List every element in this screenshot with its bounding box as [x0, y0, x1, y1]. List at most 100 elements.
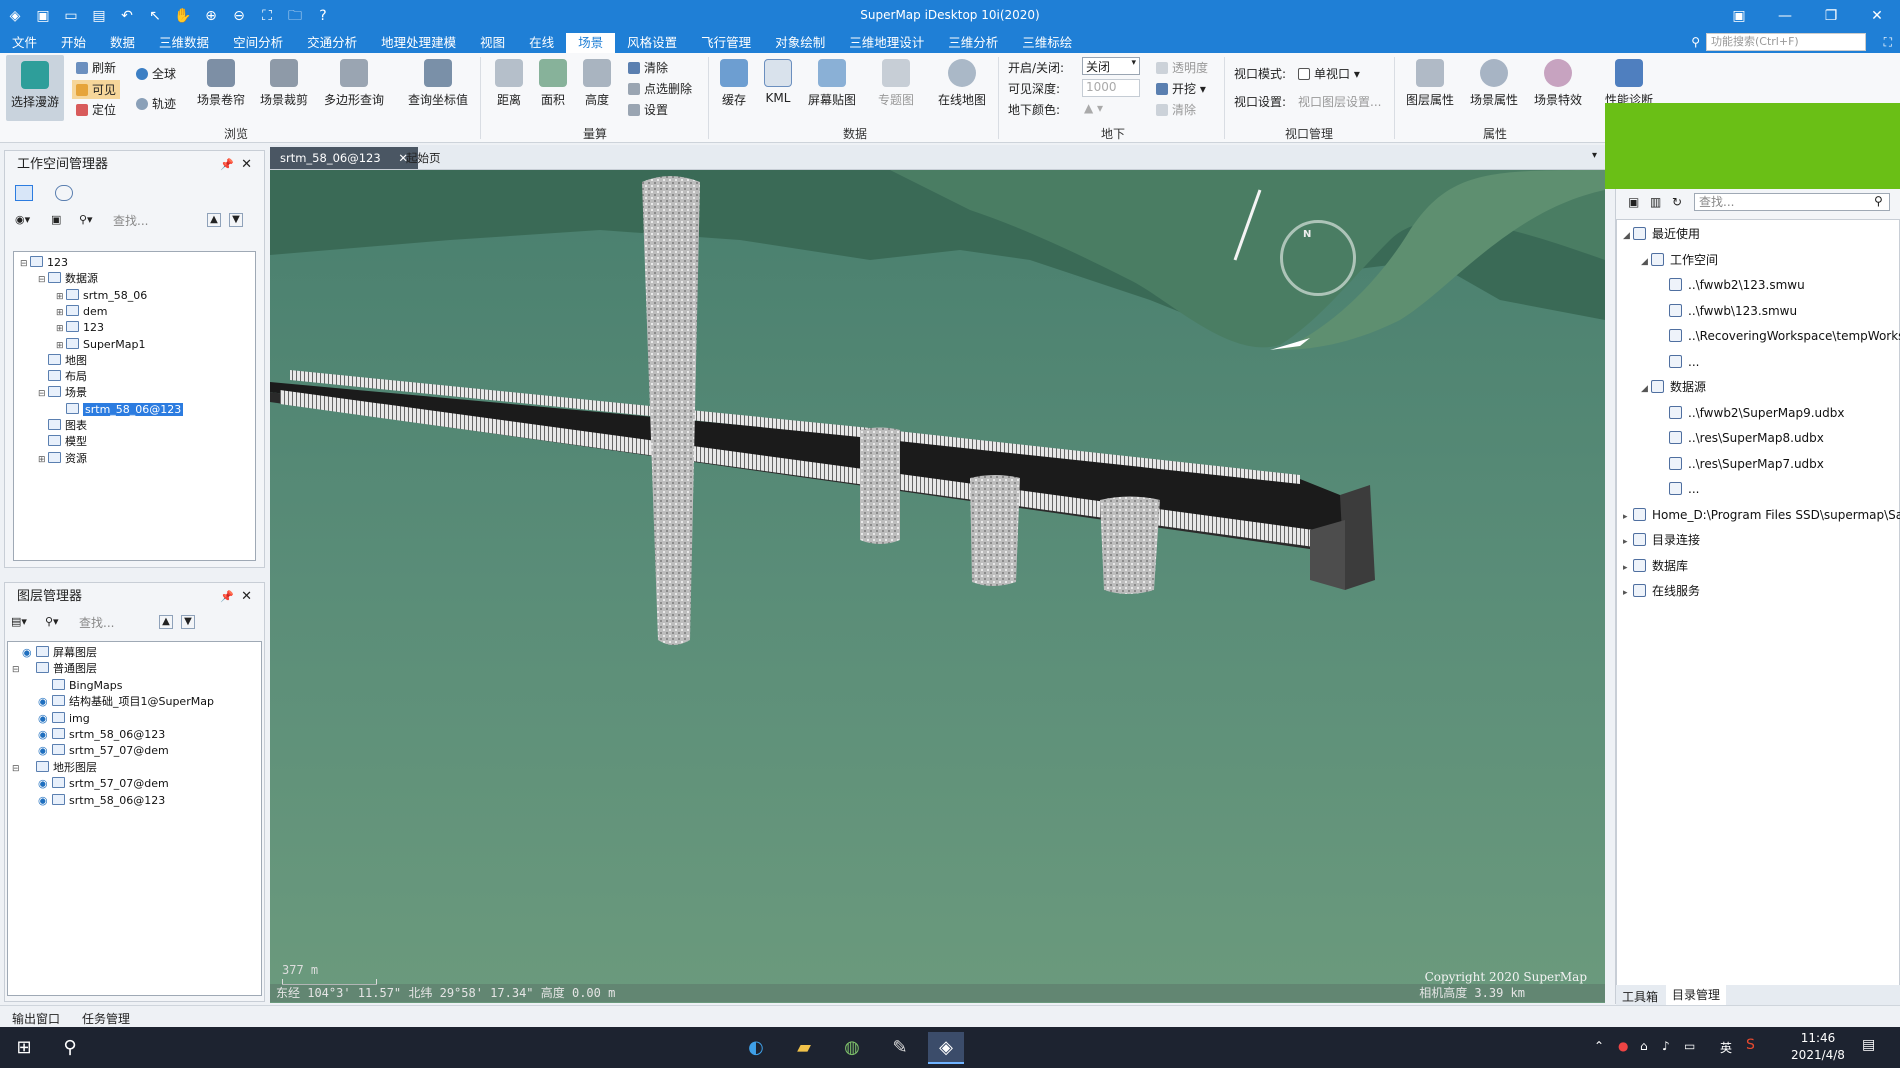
layer-tree-node[interactable]: ◉ 屏幕图层: [12, 646, 97, 660]
menu-3d-data[interactable]: 三维数据: [147, 33, 221, 53]
workspace-tree-node[interactable]: 布局: [38, 370, 87, 384]
tray-overflow-icon[interactable]: ⌃: [1594, 1039, 1604, 1053]
fill-color-icon[interactable]: ▲ ▾: [1084, 101, 1103, 115]
workspace-tree-node[interactable]: ⊞ srtm_58_06: [56, 288, 147, 304]
kml-button[interactable]: KML: [756, 59, 800, 105]
transparency-button[interactable]: 透明度: [1156, 59, 1208, 76]
function-search-input[interactable]: 功能搜索(Ctrl+F): [1706, 33, 1866, 51]
menu-3d-analysis[interactable]: 三维分析: [936, 33, 1010, 53]
move-up-icon[interactable]: ▲: [207, 213, 221, 227]
ribbon-toggle-icon[interactable]: ▣: [1716, 0, 1762, 33]
workspace-tree-node[interactable]: 模型: [38, 435, 87, 449]
close-icon[interactable]: ✕: [241, 151, 252, 179]
expand-toggle-icon[interactable]: ⊞: [38, 453, 48, 467]
menu-traffic-analysis[interactable]: 交通分析: [295, 33, 369, 53]
view-options-icon[interactable]: ◉▾: [15, 213, 30, 226]
workspace-tree-node[interactable]: ⊞ SuperMap1: [56, 337, 145, 353]
close-button[interactable]: ✕: [1854, 0, 1900, 33]
globe-button[interactable]: 全球: [136, 65, 176, 82]
distance-button[interactable]: 距离: [488, 59, 530, 108]
workspace-tree-node[interactable]: srtm_58_06@123: [56, 402, 184, 417]
restore-button[interactable]: ❐: [1808, 0, 1854, 33]
move-down-icon[interactable]: ▼: [181, 615, 195, 629]
workspace-tree-icon[interactable]: [15, 185, 33, 201]
filter-icon[interactable]: ▣: [51, 213, 61, 226]
visibility-eye-icon[interactable]: ◉: [38, 728, 52, 742]
menu-geoprocessing[interactable]: 地理处理建模: [369, 33, 468, 53]
volume-icon[interactable]: ♪: [1662, 1039, 1670, 1053]
paint-app-icon[interactable]: ✎: [882, 1032, 918, 1064]
visibility-eye-icon[interactable]: ◉: [38, 794, 52, 808]
refresh-button[interactable]: 刷新: [76, 59, 116, 76]
underground-toggle-select[interactable]: 关闭 ▾: [1082, 57, 1140, 75]
menu-3d-design[interactable]: 三维地理设计: [837, 33, 936, 53]
expand-toggle-icon[interactable]: ▸: [1623, 585, 1633, 601]
layer-search-input[interactable]: 查找...: [79, 614, 155, 632]
expand-toggle-icon[interactable]: ◢: [1641, 381, 1651, 397]
catalog-tree-node[interactable]: ..\fwwb2\123.smwu: [1659, 277, 1805, 293]
excavate-button[interactable]: 开挖 ▾: [1156, 80, 1206, 97]
area-button[interactable]: 面积: [532, 59, 574, 108]
catalog-tree-node[interactable]: ..\res\SuperMap8.udbx: [1659, 430, 1824, 446]
expand-toggle-icon[interactable]: ⊞: [56, 290, 66, 304]
layer-tree-node[interactable]: ⊟ 普通图层: [12, 662, 97, 677]
workspace-tree-node[interactable]: ⊟ 场景: [38, 386, 87, 401]
clock-date[interactable]: 2021/4/8: [1784, 1048, 1852, 1062]
layer-options-icon[interactable]: ▤▾: [11, 615, 27, 628]
layer-tree-node[interactable]: ◉ 结构基础_项目1@SuperMap: [28, 695, 214, 709]
catalog-search-input[interactable]: 查找...: [1694, 193, 1890, 211]
expand-toggle-icon[interactable]: ◢: [1623, 228, 1633, 244]
expand-toggle-icon[interactable]: ⊞: [56, 339, 66, 353]
screen-paste-button[interactable]: 屏幕贴图: [802, 59, 862, 108]
workspace-tree-node[interactable]: 图表: [38, 419, 87, 433]
search-icon[interactable]: ⚲▾: [79, 213, 93, 226]
file-explorer-icon[interactable]: ▰: [786, 1032, 822, 1064]
visible-depth-input[interactable]: 1000: [1082, 79, 1140, 97]
scene-roll-button[interactable]: 场景卷帘: [192, 59, 250, 108]
menu-spatial-analysis[interactable]: 空间分析: [221, 33, 295, 53]
catalog-tree-node[interactable]: ◢ 工作空间: [1641, 252, 1718, 270]
tab-start-page[interactable]: 起始页: [396, 147, 451, 169]
menu-flight[interactable]: 飞行管理: [689, 33, 763, 53]
edge-browser-icon[interactable]: ◐: [738, 1032, 774, 1064]
tab-task-management[interactable]: 任务管理: [82, 1010, 130, 1027]
layer-tree-node[interactable]: ◉ img: [28, 711, 90, 726]
expand-toggle-icon[interactable]: ⊟: [20, 257, 30, 271]
visible-button[interactable]: 可见: [72, 80, 121, 99]
menu-file[interactable]: 文件: [0, 33, 49, 53]
workspace-tree-node[interactable]: ⊞ dem: [56, 304, 107, 320]
move-down-icon[interactable]: ▼: [229, 213, 243, 227]
underground-clear-button[interactable]: 清除: [1156, 101, 1196, 118]
delete-icon[interactable]: ▥: [1650, 195, 1661, 209]
search-icon[interactable]: ⚲: [52, 1032, 88, 1064]
thematic-button[interactable]: 专题图: [868, 59, 924, 108]
track-button[interactable]: 轨迹: [136, 95, 176, 112]
locate-button[interactable]: 定位: [76, 101, 116, 118]
sogou-icon[interactable]: S: [1746, 1037, 1755, 1053]
workspace-tree-node[interactable]: ⊟ 123: [20, 256, 68, 271]
close-icon[interactable]: ✕: [241, 583, 252, 611]
workspace-search-input[interactable]: 查找...: [113, 212, 203, 230]
layer-tree-node[interactable]: ⊟ 地形图层: [12, 760, 97, 776]
layer-props-button[interactable]: 图层属性: [1400, 59, 1460, 108]
tab-catalog[interactable]: 目录管理: [1666, 985, 1727, 1005]
pin-icon[interactable]: 📌: [220, 583, 234, 611]
menu-view[interactable]: 视图: [468, 33, 517, 53]
layer-tree-node[interactable]: ◉ srtm_57_07@dem: [28, 744, 169, 758]
catalog-tree-node[interactable]: ..\RecoveringWorkspace\tempWorks...: [1659, 328, 1900, 344]
visibility-eye-icon[interactable]: ◉: [38, 777, 52, 791]
catalog-tree-node[interactable]: ▸ 目录连接: [1623, 532, 1700, 550]
layer-tree-node[interactable]: BingMaps: [28, 678, 123, 693]
network-icon[interactable]: ⌂: [1640, 1039, 1648, 1053]
expand-toggle-icon[interactable]: ⊟: [38, 387, 48, 401]
expand-toggle-icon[interactable]: ⊞: [56, 322, 66, 336]
tab-output-window[interactable]: 输出窗口: [12, 1010, 60, 1027]
height-button[interactable]: 高度: [576, 59, 618, 108]
workspace-layers-icon[interactable]: [55, 185, 73, 201]
expand-toggle-icon[interactable]: ▸: [1623, 509, 1633, 525]
add-icon[interactable]: ▣: [1628, 195, 1639, 209]
globe-app-icon[interactable]: ◍: [834, 1032, 870, 1064]
minimize-button[interactable]: —: [1762, 0, 1808, 33]
clock-time[interactable]: 11:46: [1790, 1031, 1846, 1045]
visibility-eye-icon[interactable]: ◉: [38, 712, 52, 726]
